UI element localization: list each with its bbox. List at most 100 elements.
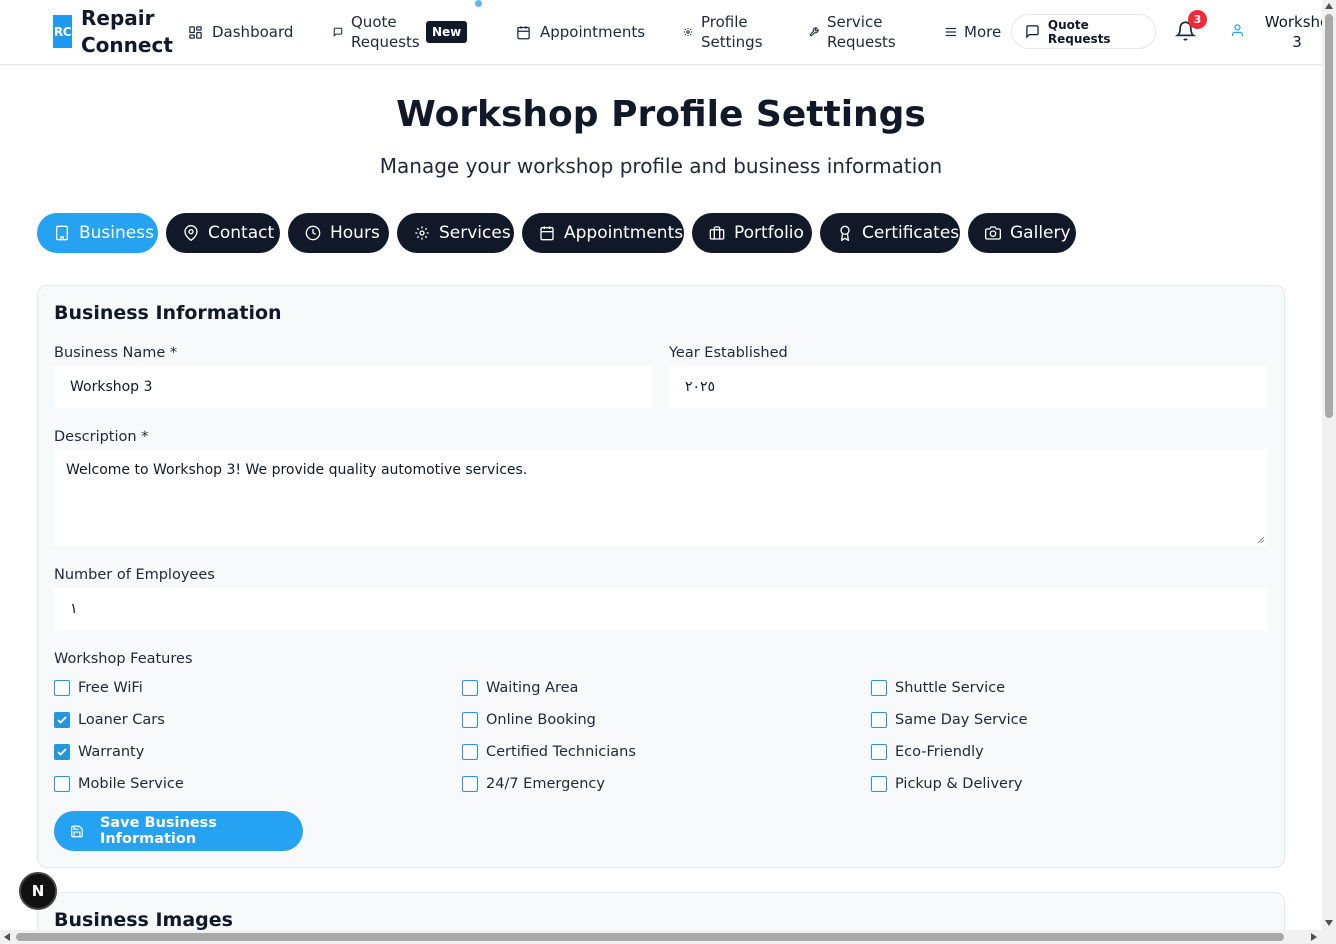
brand-name-line1: Repair <box>81 6 155 30</box>
nav-more[interactable]: More <box>944 22 1001 42</box>
business-name-input[interactable]: Workshop 3 <box>54 366 652 408</box>
feature-24-7-emergency[interactable]: 24/7 Emergency <box>462 776 605 792</box>
brand-name-line2: Connect <box>81 33 173 57</box>
employees-label: Number of Employees <box>54 567 215 583</box>
message-icon <box>333 27 343 37</box>
brand-logo[interactable]: RC <box>53 15 72 48</box>
checkbox-checked[interactable] <box>54 744 70 760</box>
nav-appointments-label: Appointments <box>540 23 646 41</box>
quote-requests-button[interactable]: Quote Requests <box>1011 14 1156 49</box>
indicator-dot <box>475 0 482 7</box>
building-icon <box>56 225 68 241</box>
feature-pickup-delivery[interactable]: Pickup & Delivery <box>871 776 1022 792</box>
feature-same-day-service[interactable]: Same Day Service <box>871 712 1028 728</box>
dashboard-icon <box>189 25 202 39</box>
tab-portfolio[interactable]: Portfolio <box>692 213 812 253</box>
checkbox[interactable] <box>54 680 70 696</box>
scroll-up-arrow-icon[interactable] <box>1325 3 1333 9</box>
feature-online-booking[interactable]: Online Booking <box>462 712 596 728</box>
brand-name[interactable]: Repair Connect <box>81 5 173 59</box>
feature-free-wifi[interactable]: Free WiFi <box>54 680 143 696</box>
map-pin-icon <box>184 225 198 241</box>
horizontal-scroll-thumb[interactable] <box>16 933 1284 941</box>
vertical-scrollbar[interactable] <box>1322 0 1336 930</box>
nav-profile-settings[interactable]: Profile Settings <box>683 12 763 52</box>
checkbox[interactable] <box>462 712 478 728</box>
nav-quote-requests[interactable]: Quote Requests <box>333 12 420 52</box>
scroll-down-arrow-icon[interactable] <box>1325 920 1333 926</box>
nav-service-label: Service Requests <box>827 13 896 51</box>
page-title: Workshop Profile Settings <box>396 94 926 135</box>
year-established-input[interactable]: ٢٠٢٥ <box>669 366 1267 408</box>
business-info-title: Business Information <box>54 302 282 324</box>
quote-requests-button-label: Quote Requests <box>1047 17 1111 46</box>
tab-label: Business <box>79 223 154 243</box>
vertical-scroll-thumb[interactable] <box>1325 14 1333 418</box>
business-name-label: Business Name * <box>54 345 178 361</box>
page-subtitle: Manage your workshop profile and busines… <box>379 154 943 178</box>
scroll-left-arrow-icon[interactable] <box>4 933 10 941</box>
user-icon <box>1231 24 1244 37</box>
checkbox[interactable] <box>871 776 887 792</box>
dev-tools-button[interactable]: N <box>19 872 57 910</box>
nav-dashboard-label: Dashboard <box>212 23 294 41</box>
checkbox[interactable] <box>54 776 70 792</box>
tab-label: Hours <box>330 223 380 243</box>
award-icon <box>840 225 850 241</box>
user-avatar[interactable] <box>1230 22 1245 43</box>
feature-waiting-area[interactable]: Waiting Area <box>462 680 578 696</box>
check-icon <box>57 748 67 756</box>
resize-handle-icon[interactable] <box>1257 536 1265 544</box>
wrench-icon <box>809 27 819 37</box>
tab-appointments[interactable]: Appointments <box>522 213 684 253</box>
nav-profile-label: Profile Settings <box>701 13 763 51</box>
description-label: Description * <box>54 429 149 445</box>
gear-icon <box>683 27 693 37</box>
employees-input[interactable]: ١ <box>54 588 1267 630</box>
feature-loaner-cars[interactable]: Loaner Cars <box>54 712 165 728</box>
year-established-label: Year Established <box>669 345 788 361</box>
save-business-button[interactable]: Save Business Information <box>54 811 303 851</box>
save-business-button-label: Save Business Information <box>99 815 217 847</box>
business-images-title: Business Images <box>54 909 233 931</box>
feature-mobile-service[interactable]: Mobile Service <box>54 776 184 792</box>
feature-warranty[interactable]: Warranty <box>54 744 144 760</box>
top-navbar: RC Repair Connect Dashboard Quote Reques… <box>0 0 1329 65</box>
scrollbar-corner <box>1322 930 1336 944</box>
camera-icon <box>985 226 1001 240</box>
horizontal-scrollbar[interactable] <box>0 930 1322 944</box>
tab-label: Certificates <box>862 223 960 243</box>
new-badge: New <box>426 21 468 43</box>
nav-dashboard[interactable]: Dashboard <box>188 22 293 42</box>
checkbox[interactable] <box>871 712 887 728</box>
nav-quote-label: Quote Requests <box>351 13 420 51</box>
feature-eco-friendly[interactable]: Eco-Friendly <box>871 744 984 760</box>
checkbox-checked[interactable] <box>54 712 70 728</box>
tab-label: Services <box>439 223 511 243</box>
tab-contact[interactable]: Contact <box>166 213 280 253</box>
nav-appointments[interactable]: Appointments <box>516 22 645 42</box>
feature-certified-technicians[interactable]: Certified Technicians <box>462 744 636 760</box>
tab-gallery[interactable]: Gallery <box>968 213 1076 253</box>
briefcase-icon <box>709 226 725 240</box>
checkbox[interactable] <box>871 744 887 760</box>
feature-shuttle-service[interactable]: Shuttle Service <box>871 680 1005 696</box>
tab-certificates[interactable]: Certificates <box>820 213 960 253</box>
tab-label: Contact <box>208 223 275 243</box>
checkbox[interactable] <box>871 680 887 696</box>
tab-business[interactable]: Business <box>37 213 158 253</box>
tab-services[interactable]: Services <box>397 213 514 253</box>
description-textarea[interactable]: Welcome to Workshop 3! We provide qualit… <box>54 450 1267 546</box>
checkbox[interactable] <box>462 680 478 696</box>
checkbox[interactable] <box>462 776 478 792</box>
tab-hours[interactable]: Hours <box>288 213 389 253</box>
workshop-features-label: Workshop Features <box>54 651 193 667</box>
checkbox[interactable] <box>462 744 478 760</box>
tab-label: Gallery <box>1010 223 1071 243</box>
scroll-right-arrow-icon[interactable] <box>1311 933 1317 941</box>
nav-service-requests[interactable]: Service Requests <box>809 12 896 52</box>
nav-more-label: More <box>964 23 1002 41</box>
menu-icon <box>945 27 957 37</box>
save-icon <box>71 825 83 837</box>
description-text: Welcome to Workshop 3! We provide qualit… <box>66 462 528 478</box>
